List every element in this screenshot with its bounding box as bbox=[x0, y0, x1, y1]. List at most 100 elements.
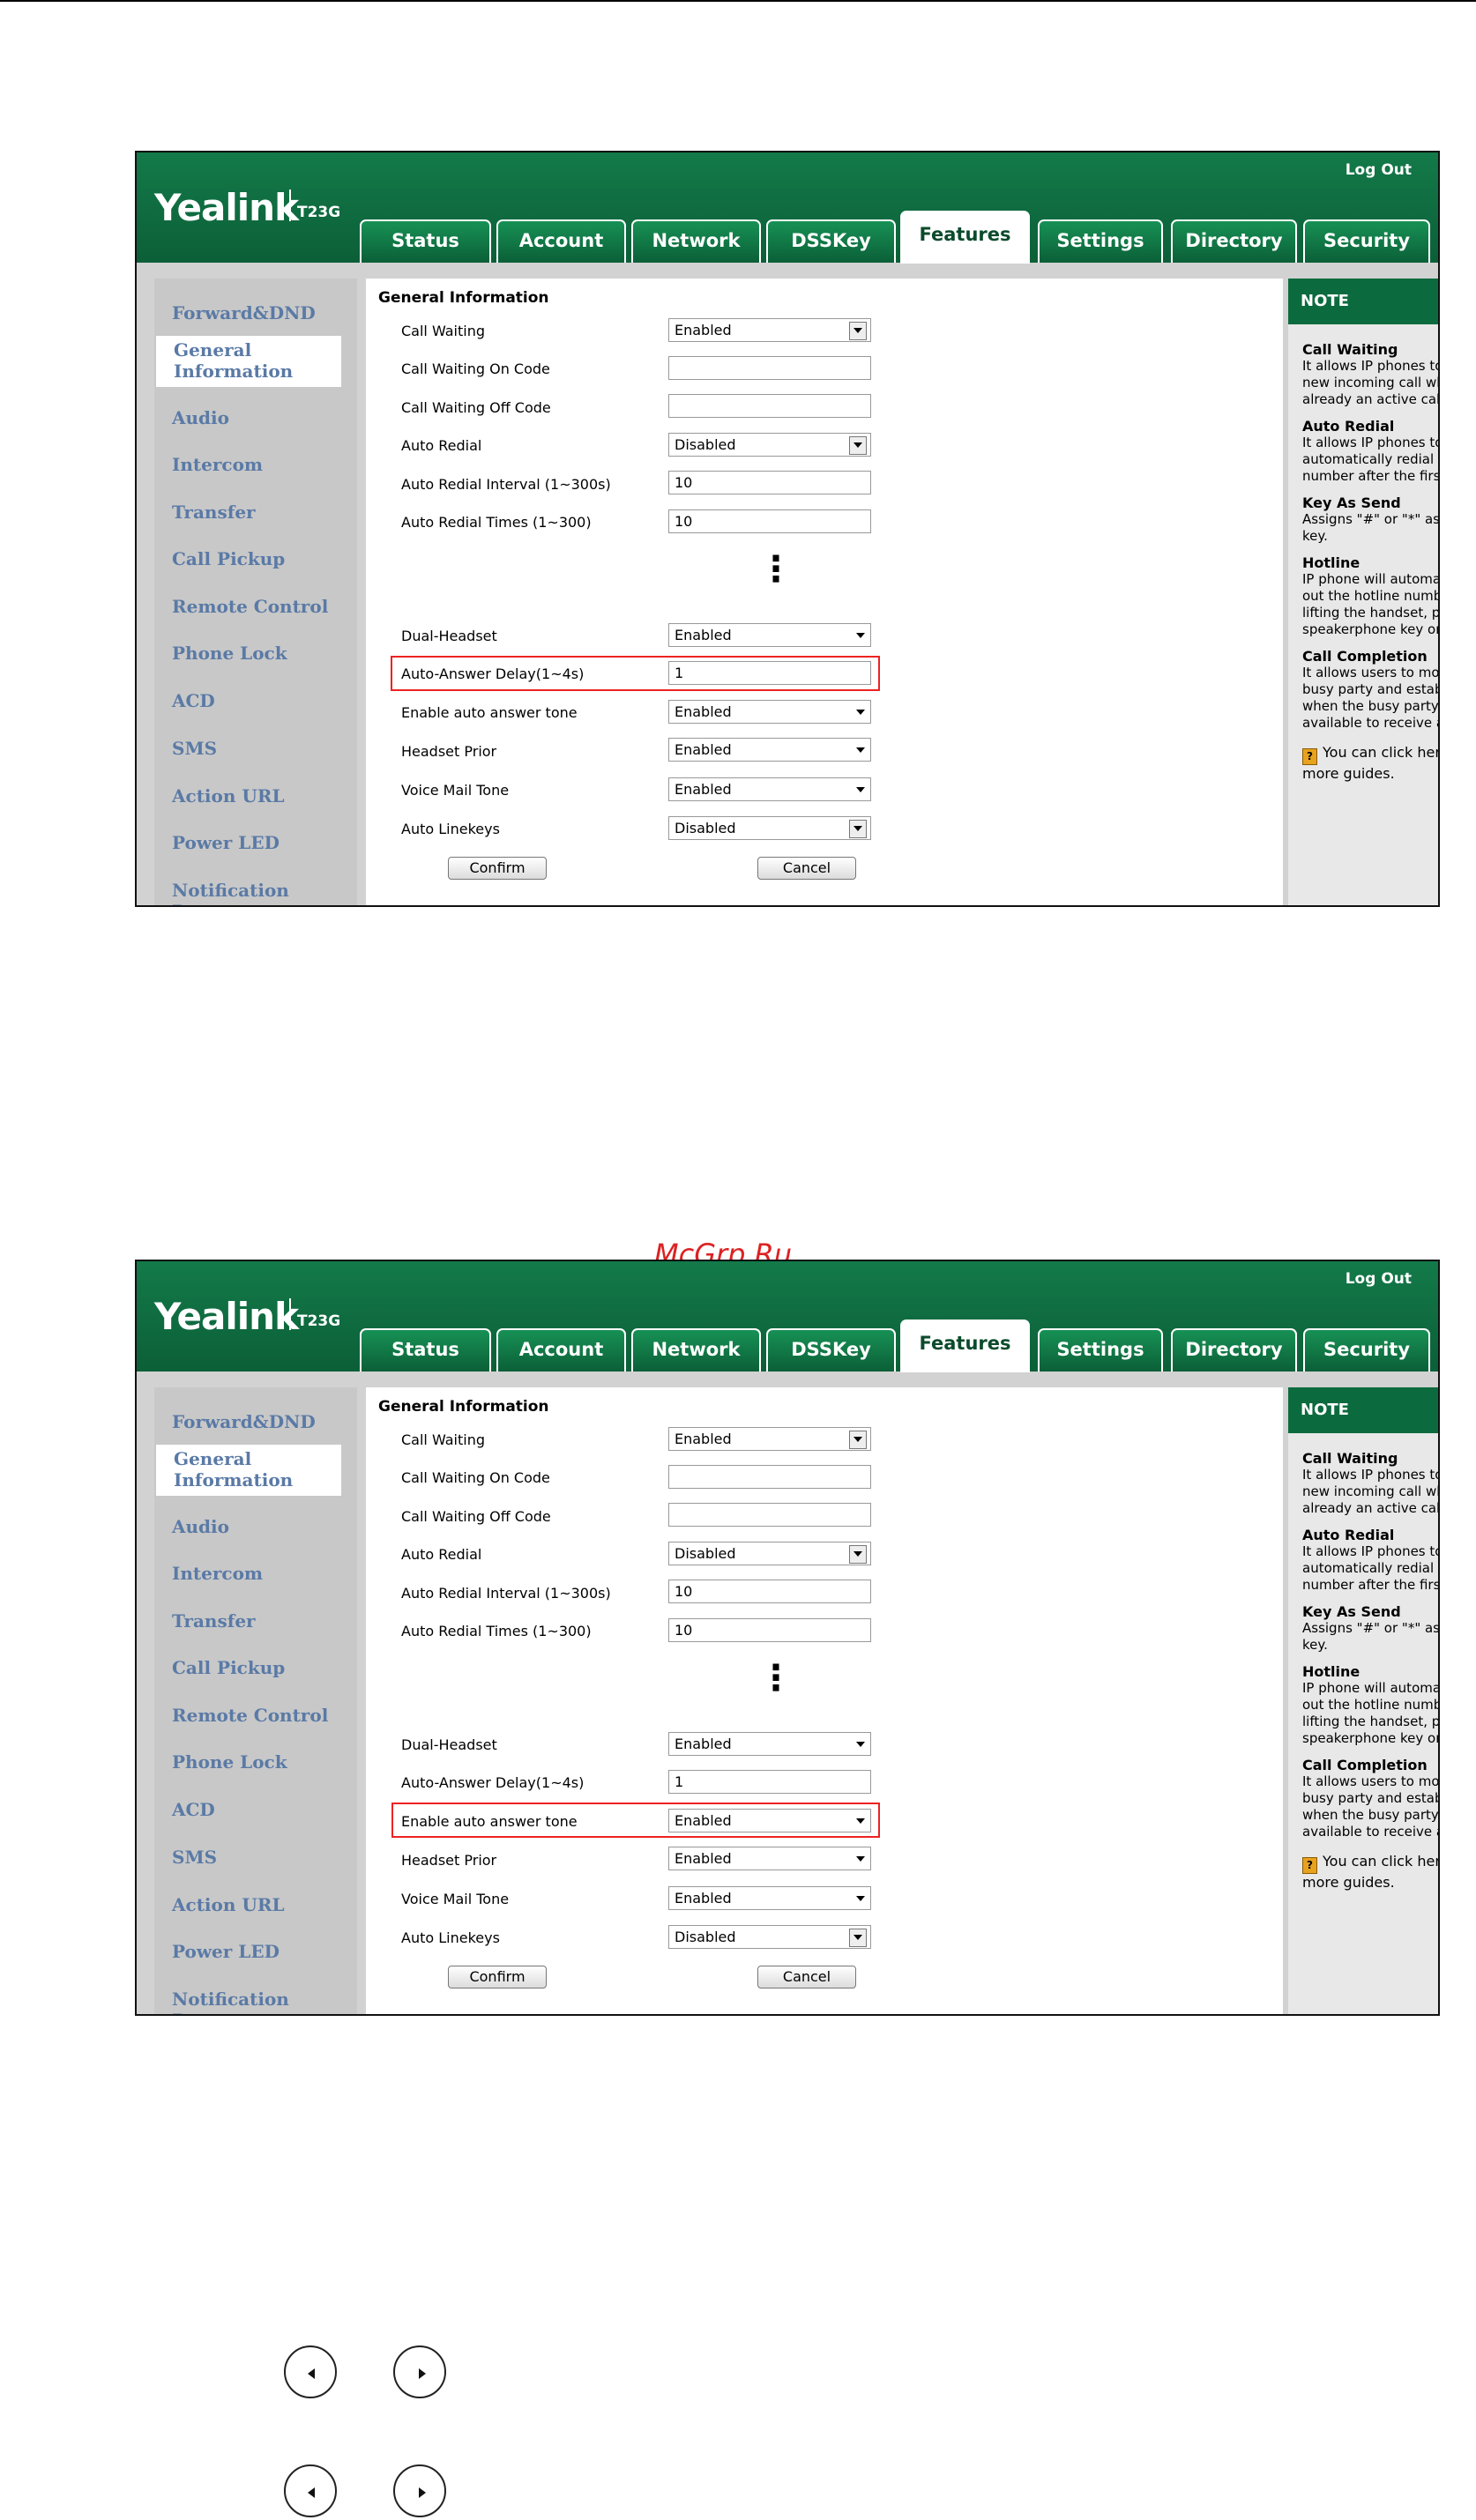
sidebar-item-forward-dnd[interactable]: Forward&DND bbox=[172, 302, 316, 323]
auto-redial-select[interactable]: Disabled bbox=[668, 1542, 871, 1565]
field-label: Dual-Headset bbox=[401, 628, 497, 644]
cancel-button[interactable]: Cancel bbox=[757, 1966, 856, 1988]
note-text: It allows users to monitor the busy part… bbox=[1302, 1773, 1440, 1840]
sidebar-item-action-url[interactable]: Action URL bbox=[172, 785, 285, 807]
guide-book-icon: ? bbox=[1302, 748, 1317, 765]
left-key-icon bbox=[284, 2464, 337, 2517]
tab-settings[interactable]: Settings bbox=[1038, 1328, 1163, 1372]
sidebar-item-sms[interactable]: SMS bbox=[172, 1847, 217, 1868]
section-title: General Information bbox=[378, 1398, 549, 1416]
auto-linekeys-select[interactable]: Disabled bbox=[668, 1925, 871, 1949]
dual-headset-select[interactable]: Enabled bbox=[668, 623, 871, 647]
logout-link[interactable]: Log Out bbox=[1346, 161, 1412, 179]
headset-prior-select[interactable]: Enabled bbox=[668, 738, 871, 762]
guide-link[interactable]: ?You can click here to get more guides. bbox=[1302, 744, 1438, 782]
field-label: Auto-Answer Delay(1~4s) bbox=[401, 1774, 585, 1791]
call-waiting-off-code-input[interactable] bbox=[668, 1503, 871, 1527]
field-label: Voice Mail Tone bbox=[401, 782, 510, 799]
sidebar-item-sms[interactable]: SMS bbox=[172, 738, 217, 759]
auto-redial-interval-input[interactable]: 10 bbox=[668, 1580, 871, 1603]
tab-directory[interactable]: Directory bbox=[1171, 1328, 1297, 1372]
tab-account[interactable]: Account bbox=[496, 219, 626, 263]
auto-redial-select[interactable]: Disabled bbox=[668, 433, 871, 457]
auto-redial-times-input[interactable]: 10 bbox=[668, 1618, 871, 1642]
headset-prior-select[interactable]: Enabled bbox=[668, 1847, 871, 1870]
call-waiting-off-code-input[interactable] bbox=[668, 394, 871, 418]
tab-dsskey[interactable]: DSSKey bbox=[766, 1328, 896, 1372]
sidebar-item-notification-popups[interactable]: Notification Popups bbox=[172, 880, 357, 905]
auto-redial-interval-input[interactable]: 10 bbox=[668, 471, 871, 494]
sidebar-item-remote-control[interactable]: Remote Control bbox=[172, 1705, 328, 1726]
confirm-button[interactable]: Confirm bbox=[448, 857, 547, 880]
sidebar-item-power-led[interactable]: Power LED bbox=[172, 832, 280, 853]
tab-status[interactable]: Status bbox=[360, 219, 491, 263]
ellipsis-marker: ⋮ bbox=[758, 1658, 794, 1699]
sidebar-item-notification-popups[interactable]: Notification Popups bbox=[172, 1988, 357, 2014]
sidebar-item-intercom[interactable]: Intercom bbox=[172, 454, 263, 475]
tab-features[interactable]: Features bbox=[900, 1319, 1030, 1372]
sidebar-item-forward-dnd[interactable]: Forward&DND bbox=[172, 1411, 316, 1432]
field-label: Headset Prior bbox=[401, 1852, 497, 1869]
field-label: Call Waiting bbox=[401, 323, 486, 339]
note-text: It allows IP phones to receive a new inc… bbox=[1302, 1467, 1440, 1516]
sidebar-item-phone-lock[interactable]: Phone Lock bbox=[172, 1751, 287, 1773]
tab-security[interactable]: Security bbox=[1303, 1328, 1430, 1372]
sidebar-item-general-information[interactable]: General Information bbox=[156, 1445, 341, 1496]
tab-features[interactable]: Features bbox=[900, 211, 1030, 264]
voice-mail-tone-select[interactable]: Enabled bbox=[668, 777, 871, 801]
left-key-icon bbox=[284, 2345, 337, 2398]
voice-mail-tone-select[interactable]: Enabled bbox=[668, 1886, 871, 1910]
tab-directory[interactable]: Directory bbox=[1171, 219, 1297, 263]
auto-answer-tone-select[interactable]: Enabled bbox=[668, 700, 871, 724]
field-label: Call Waiting Off Code bbox=[401, 1508, 551, 1525]
section-title: General Information bbox=[378, 289, 549, 307]
sidebar-item-call-pickup[interactable]: Call Pickup bbox=[172, 1657, 285, 1678]
tab-account[interactable]: Account bbox=[496, 1328, 626, 1372]
field-label: Dual-Headset bbox=[401, 1736, 497, 1753]
tab-dsskey[interactable]: DSSKey bbox=[766, 219, 896, 263]
logout-link[interactable]: Log Out bbox=[1346, 1270, 1412, 1288]
note-heading: Call Waiting bbox=[1302, 1450, 1398, 1467]
note-heading: Call Completion bbox=[1302, 648, 1428, 665]
guide-link[interactable]: ?You can click here to get more guides. bbox=[1302, 1853, 1438, 1891]
sidebar-item-acd[interactable]: ACD bbox=[172, 690, 215, 711]
sidebar-item-intercom[interactable]: Intercom bbox=[172, 1563, 263, 1584]
web-ui-screenshot-1: Yealink T23G Log Out Status Account Netw… bbox=[135, 151, 1440, 907]
sidebar-item-acd[interactable]: ACD bbox=[172, 1799, 215, 1820]
tab-network[interactable]: Network bbox=[631, 219, 761, 263]
sidebar-item-power-led[interactable]: Power LED bbox=[172, 1941, 280, 1962]
confirm-button[interactable]: Confirm bbox=[448, 1966, 547, 1988]
dual-headset-select[interactable]: Enabled bbox=[668, 1732, 871, 1756]
sidebar-item-call-pickup[interactable]: Call Pickup bbox=[172, 548, 285, 569]
tab-status[interactable]: Status bbox=[360, 1328, 491, 1372]
tab-network[interactable]: Network bbox=[631, 1328, 761, 1372]
highlight-box bbox=[391, 656, 880, 691]
sidebar-item-general-information[interactable]: General Information bbox=[156, 336, 341, 387]
sidebar-item-transfer[interactable]: Transfer bbox=[172, 502, 256, 523]
auto-answer-delay-input[interactable]: 1 bbox=[668, 1770, 871, 1794]
cancel-button[interactable]: Cancel bbox=[757, 857, 856, 880]
call-waiting-select[interactable]: Enabled bbox=[668, 318, 871, 342]
sidebar-item-transfer[interactable]: Transfer bbox=[172, 1610, 256, 1632]
sidebar-item-audio[interactable]: Audio bbox=[172, 1516, 229, 1537]
sidebar-item-phone-lock[interactable]: Phone Lock bbox=[172, 643, 287, 664]
field-label: Voice Mail Tone bbox=[401, 1891, 510, 1907]
auto-redial-times-input[interactable]: 10 bbox=[668, 509, 871, 533]
note-text: It allows IP phones to receive a new inc… bbox=[1302, 358, 1440, 407]
note-panel: Call Waiting It allows IP phones to rece… bbox=[1288, 324, 1440, 905]
note-text: Assigns "#" or "*" as the send key. bbox=[1302, 1620, 1440, 1653]
field-label: Enable auto answer tone bbox=[401, 704, 578, 721]
field-label: Auto Redial bbox=[401, 437, 482, 454]
tab-settings[interactable]: Settings bbox=[1038, 219, 1163, 263]
settings-panel: General Information Call Waiting Enabled… bbox=[366, 279, 1283, 905]
auto-linekeys-select[interactable]: Disabled bbox=[668, 816, 871, 840]
note-text: It allows users to monitor the busy part… bbox=[1302, 665, 1440, 731]
sidebar-item-remote-control[interactable]: Remote Control bbox=[172, 596, 328, 617]
call-waiting-select[interactable]: Enabled bbox=[668, 1427, 871, 1451]
sidebar-item-audio[interactable]: Audio bbox=[172, 407, 229, 428]
note-panel: Call Waiting It allows IP phones to rece… bbox=[1288, 1433, 1440, 2014]
call-waiting-on-code-input[interactable] bbox=[668, 356, 871, 380]
call-waiting-on-code-input[interactable] bbox=[668, 1465, 871, 1489]
sidebar-item-action-url[interactable]: Action URL bbox=[172, 1894, 285, 1915]
tab-security[interactable]: Security bbox=[1303, 219, 1430, 263]
